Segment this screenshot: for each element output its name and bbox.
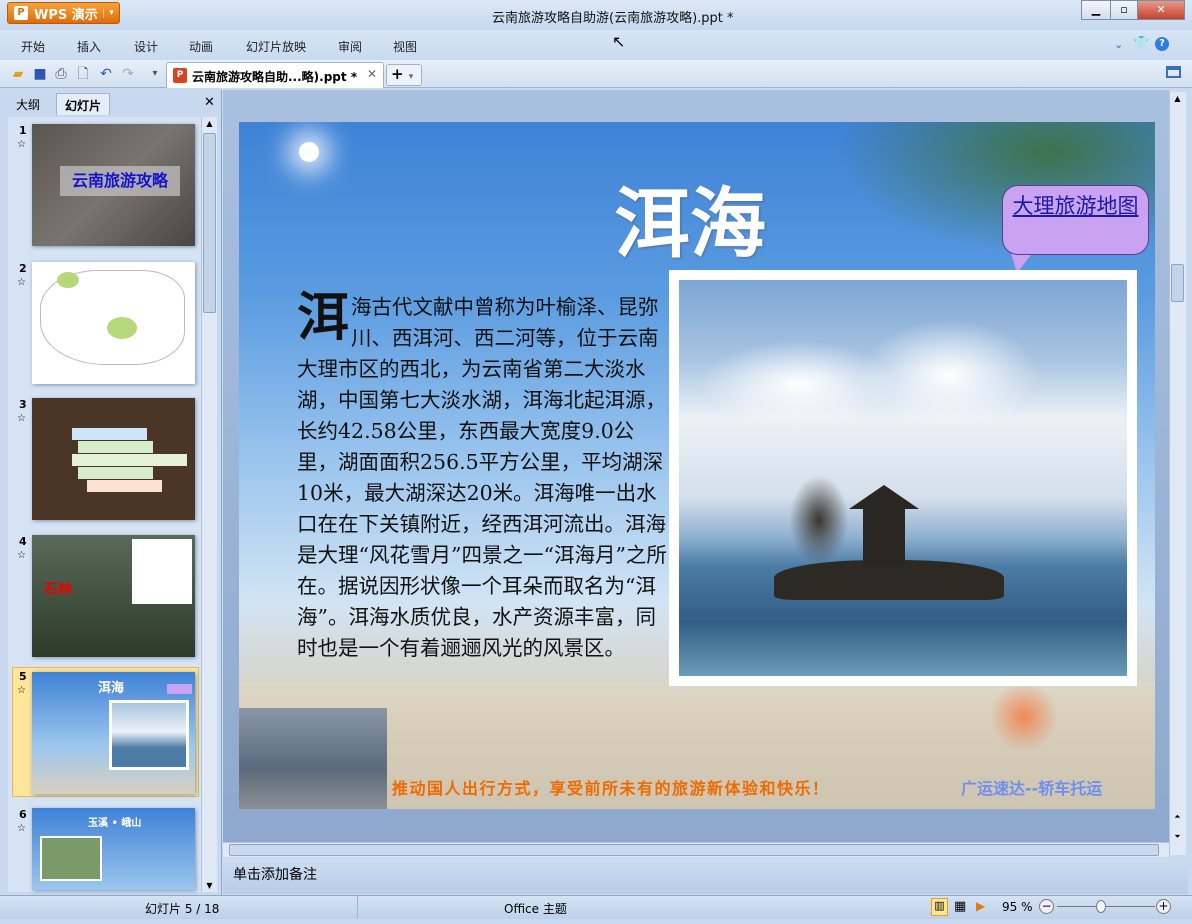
divider — [357, 896, 358, 918]
slide-vertical-scrollbar[interactable]: ▲ ⏶ ⏷ — [1169, 92, 1186, 855]
wps-app-menu-button[interactable]: P WPS 演示 ▾ — [7, 2, 120, 24]
document-tab-label: 云南旅游攻略自助...略).ppt * — [192, 70, 358, 84]
menu-slideshow[interactable]: 幻灯片放映 — [246, 38, 306, 55]
new-tab-button[interactable]: + ▾ — [386, 64, 422, 86]
skin-shirt-icon[interactable]: 👕 — [1133, 36, 1149, 51]
prev-slide-icon[interactable]: ⏶ — [1171, 812, 1184, 822]
customize-toolbar-icon[interactable]: ▾ — [146, 65, 164, 83]
menu-view[interactable]: 视图 — [393, 38, 417, 55]
notes-pane[interactable]: 单击添加备注 — [223, 859, 1188, 894]
animation-star-icon: ☆ — [17, 139, 26, 150]
close-tab-icon[interactable]: ✕ — [367, 67, 377, 81]
zoom-in-button[interactable]: + — [1156, 899, 1171, 914]
slide-canvas[interactable]: 洱海 大理旅游地图 洱海古代文献中曾称为叶榆泽、昆弥川、西洱河、西二河等，位于云… — [239, 122, 1155, 809]
next-slide-icon[interactable]: ⏷ — [1171, 832, 1184, 842]
maximize-button[interactable]: ▫ — [1110, 0, 1138, 20]
thumbnail-title: 玉溪 • 峨山 — [88, 818, 142, 829]
ppt-file-icon: P — [173, 68, 187, 83]
slogan-text[interactable]: 推动国人出行方式，享受前所未有的旅游新体验和快乐！ — [392, 775, 830, 799]
scrollbar-thumb[interactable] — [1171, 264, 1184, 302]
wps-logo-icon: P — [14, 6, 28, 20]
starfish-decoration — [984, 682, 1064, 752]
animation-star-icon: ☆ — [17, 823, 26, 834]
theme-name[interactable]: Office 主题 — [504, 900, 567, 917]
slide-number: 3 — [19, 398, 27, 411]
document-tab[interactable]: P 云南旅游攻略自助...略).ppt * ✕ — [166, 62, 384, 88]
help-icon[interactable]: ? — [1155, 37, 1169, 51]
menu-bar — [0, 30, 1192, 60]
minimize-button[interactable]: ▁ — [1081, 0, 1111, 20]
brand-text[interactable]: 广运速达--轿车托运 — [961, 775, 1102, 799]
menu-insert[interactable]: 插入 — [77, 38, 101, 55]
slideshow-view-icon[interactable]: ▶ — [976, 899, 985, 913]
scrollbar-thumb[interactable] — [203, 133, 216, 313]
horizontal-scrollbar[interactable] — [223, 842, 1169, 857]
slide-sorter-view-icon[interactable]: ▦ — [954, 899, 966, 914]
mouse-cursor-icon: ↖ — [612, 32, 626, 51]
sparkle-decoration — [299, 142, 319, 162]
menu-review[interactable]: 审阅 — [338, 38, 362, 55]
slide-number: 5 — [19, 670, 27, 683]
slide-title[interactable]: 洱海 — [614, 162, 766, 272]
slide-counter: 幻灯片 5 / 18 — [145, 902, 220, 916]
window-layout-icon[interactable] — [1166, 66, 1181, 78]
map-link-callout[interactable]: 大理旅游地图 — [1002, 185, 1149, 255]
thumbnail-title: 洱海 — [98, 681, 125, 696]
normal-view-icon[interactable]: ▥ — [931, 898, 948, 916]
print-preview-icon[interactable]: 🗋 — [74, 65, 92, 83]
slides-panel-scrollbar[interactable]: ▲ ▼ — [201, 117, 217, 892]
car-carrier-image[interactable] — [239, 708, 387, 809]
slide-number: 1 — [19, 124, 27, 137]
slide-number: 2 — [19, 262, 27, 275]
thumbnail-title: 石林 — [44, 582, 72, 598]
zoom-slider[interactable] — [1057, 906, 1155, 907]
animation-star-icon: ☆ — [17, 413, 26, 424]
slide-number: 6 — [19, 808, 27, 821]
animation-star-icon: ☆ — [17, 685, 26, 696]
window-title: 云南旅游攻略自助游(云南旅游攻略).ppt * — [492, 11, 734, 26]
slide-thumbnail-4[interactable]: 石林 — [32, 535, 195, 657]
scrollbar-thumb[interactable] — [229, 844, 1159, 856]
menu-home[interactable]: 开始 — [21, 38, 45, 55]
slide-thumbnail-1[interactable]: 云南旅游攻略 — [32, 124, 195, 246]
tab-outline[interactable]: 大纲 — [8, 93, 48, 115]
zoom-out-button[interactable]: − — [1039, 899, 1054, 914]
slide-thumbnail-3[interactable] — [32, 398, 195, 520]
print-icon[interactable]: ⎙ — [52, 65, 70, 83]
erhai-pavilion-photo[interactable] — [679, 280, 1127, 676]
slide-thumbnail-6[interactable]: 玉溪 • 峨山 — [32, 808, 195, 890]
collapse-ribbon-icon[interactable]: ⌄ — [1114, 38, 1123, 51]
open-folder-icon[interactable]: ▰ — [9, 65, 27, 83]
drop-cap: 洱 — [297, 287, 350, 348]
tab-slides[interactable]: 幻灯片 — [56, 93, 111, 115]
thumbnail-title: 云南旅游攻略 — [60, 166, 180, 196]
undo-icon[interactable]: ↶ — [97, 65, 115, 83]
slide-body-text[interactable]: 洱海古代文献中曾称为叶榆泽、昆弥川、西洱河、西二河等，位于云南大理市区的西北，为… — [297, 292, 667, 664]
animation-star-icon: ☆ — [17, 550, 26, 561]
close-panel-icon[interactable]: ✕ — [204, 95, 215, 110]
animation-star-icon: ☆ — [17, 277, 26, 288]
slide-thumbnail-5[interactable]: 洱海 — [32, 672, 195, 794]
chevron-down-icon: ▾ — [103, 8, 119, 18]
body-paragraph: 海古代文献中曾称为叶榆泽、昆弥川、西洱河、西二河等，位于云南大理市区的西北，为云… — [297, 295, 667, 660]
menu-design[interactable]: 设计 — [134, 38, 158, 55]
slide-thumbnail-2[interactable] — [32, 262, 195, 384]
zoom-slider-handle[interactable] — [1096, 900, 1106, 913]
app-name: WPS 演示 — [34, 7, 98, 23]
zoom-level: 95 % — [1002, 900, 1033, 914]
menu-animation[interactable]: 动画 — [189, 38, 213, 55]
close-window-button[interactable]: ✕ — [1137, 0, 1185, 20]
notes-placeholder: 单击添加备注 — [233, 867, 317, 883]
redo-icon[interactable]: ↷ — [119, 65, 137, 83]
status-bar: 幻灯片 5 / 18 Office 主题 ▥ ▦ ▶ 95 % − + — [0, 895, 1192, 919]
slide-number: 4 — [19, 535, 27, 548]
save-icon[interactable]: ■ — [31, 65, 49, 83]
